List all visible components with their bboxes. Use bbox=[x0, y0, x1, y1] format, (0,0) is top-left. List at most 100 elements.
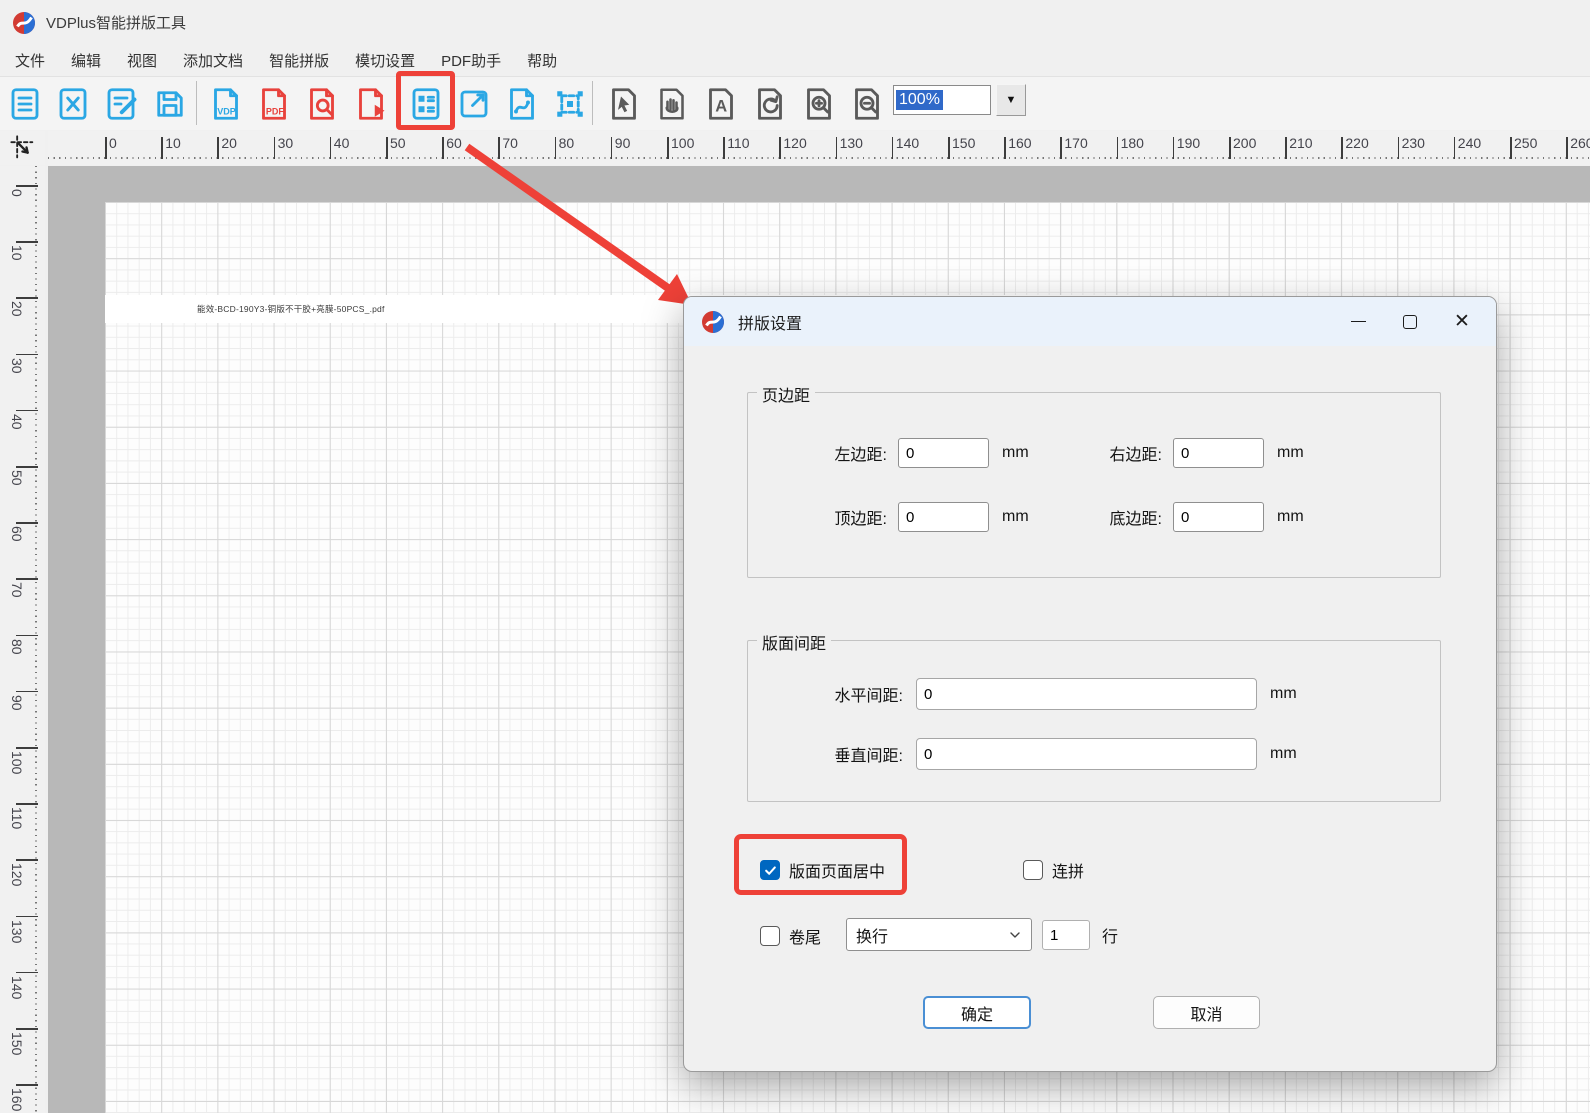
lianpin-checkbox[interactable] bbox=[1023, 860, 1043, 880]
zoom-input[interactable]: 100% bbox=[893, 85, 991, 115]
zoom-out-tool-icon[interactable] bbox=[844, 81, 890, 127]
horizontal-spacing-input[interactable] bbox=[916, 678, 1257, 710]
ruler-tick bbox=[16, 1028, 38, 1030]
menu-item-文件[interactable]: 文件 bbox=[2, 46, 58, 75]
cancel-button[interactable]: 取消 bbox=[1153, 996, 1260, 1029]
ruler-tick bbox=[555, 137, 557, 159]
toolbar: VDP PDF A 100% ▼ bbox=[0, 76, 1590, 130]
ruler-number: 130 bbox=[9, 920, 25, 943]
ruler-number: 30 bbox=[9, 358, 25, 374]
top-margin-input[interactable] bbox=[898, 502, 989, 532]
menu-item-模切设置[interactable]: 模切设置 bbox=[342, 46, 428, 75]
new-document-icon[interactable] bbox=[2, 81, 48, 127]
zoom-dropdown-button[interactable]: ▼ bbox=[996, 84, 1026, 116]
ruler-number: 50 bbox=[390, 135, 406, 151]
lines-unit-label: 行 bbox=[1102, 923, 1118, 947]
select-object-icon[interactable] bbox=[547, 81, 593, 127]
close-button[interactable]: ✕ bbox=[1436, 297, 1488, 346]
horizontal-spacing-label: 水平间距: bbox=[773, 682, 903, 706]
ruler-number: 120 bbox=[783, 135, 806, 151]
juanwei-checkbox[interactable] bbox=[760, 926, 780, 946]
right-margin-input[interactable] bbox=[1173, 438, 1264, 468]
bottom-margin-input[interactable] bbox=[1173, 502, 1264, 532]
rowbreak-combobox-value: 换行 bbox=[856, 923, 888, 947]
menu-item-智能拼版[interactable]: 智能拼版 bbox=[256, 46, 342, 75]
window-title: VDPlus智能拼版工具 bbox=[46, 12, 186, 33]
maximize-icon bbox=[1403, 315, 1417, 329]
ruler-tick bbox=[1341, 137, 1343, 159]
rowbreak-combobox[interactable]: 换行 bbox=[846, 918, 1032, 951]
dialog-logo-icon bbox=[701, 310, 725, 334]
center-checkbox[interactable] bbox=[760, 860, 780, 880]
top-margin-label: 顶边距: bbox=[785, 505, 887, 529]
lianpin-checkbox-row[interactable]: 连拼 bbox=[1023, 858, 1084, 882]
minimize-button[interactable] bbox=[1332, 297, 1384, 346]
ruler-number: 50 bbox=[9, 470, 25, 486]
vertical-spacing-input[interactable] bbox=[916, 738, 1257, 770]
pointer-tool-icon[interactable] bbox=[601, 81, 647, 127]
ruler-number: 60 bbox=[446, 135, 462, 151]
ruler-number: 40 bbox=[334, 135, 350, 151]
pdf-export-icon[interactable] bbox=[348, 81, 394, 127]
ruler-number: 80 bbox=[9, 639, 25, 655]
center-checkbox-label: 版面页面居中 bbox=[789, 858, 885, 882]
center-checkbox-row[interactable]: 版面页面居中 bbox=[760, 858, 885, 882]
lines-count-input[interactable] bbox=[1042, 920, 1090, 950]
ruler-number: 40 bbox=[9, 414, 25, 430]
rotate-tool-icon[interactable] bbox=[747, 81, 793, 127]
ruler-tick bbox=[217, 137, 219, 159]
ruler-tick bbox=[16, 747, 38, 749]
minimize-icon bbox=[1351, 321, 1366, 322]
ruler-number: 150 bbox=[9, 1032, 25, 1055]
menu-item-视图[interactable]: 视图 bbox=[114, 46, 170, 75]
horizontal-ruler: 0102030405060708090100110120130140150160… bbox=[48, 131, 1590, 165]
ruler-tick bbox=[16, 354, 38, 356]
left-margin-input[interactable] bbox=[898, 438, 989, 468]
ruler-number: 110 bbox=[9, 807, 25, 829]
dialog-titlebar: 拼版设置 ✕ bbox=[684, 297, 1496, 346]
edit-document-icon[interactable] bbox=[98, 81, 144, 127]
pdf-preview-icon[interactable] bbox=[299, 81, 345, 127]
close-document-icon[interactable] bbox=[50, 81, 96, 127]
ok-button[interactable]: 确定 bbox=[923, 996, 1031, 1029]
menu-item-帮助[interactable]: 帮助 bbox=[514, 46, 570, 75]
menu-item-PDF助手[interactable]: PDF助手 bbox=[428, 46, 514, 75]
menu-item-添加文档[interactable]: 添加文档 bbox=[170, 46, 256, 75]
ruler-tick bbox=[1285, 137, 1287, 159]
ruler-number: 70 bbox=[502, 135, 518, 151]
save-icon[interactable] bbox=[147, 81, 193, 127]
ruler-tick bbox=[16, 1084, 38, 1086]
zoom-combobox[interactable]: 100% ▼ bbox=[893, 84, 1026, 116]
zoom-value: 100% bbox=[896, 90, 943, 110]
ruler-tick bbox=[386, 137, 388, 159]
ruler-origin-icon[interactable] bbox=[0, 131, 45, 165]
ruler-number: 90 bbox=[615, 135, 631, 151]
juanwei-checkbox-row[interactable]: 卷尾 bbox=[760, 924, 821, 948]
ruler-tick bbox=[16, 972, 38, 974]
hand-tool-icon[interactable] bbox=[649, 81, 695, 127]
ruler-tick bbox=[105, 137, 107, 159]
zoom-in-tool-icon[interactable] bbox=[796, 81, 842, 127]
right-margin-label: 右边距: bbox=[1060, 441, 1162, 465]
top-margin-unit: mm bbox=[1002, 508, 1029, 526]
diecut-path-icon[interactable] bbox=[499, 81, 545, 127]
pdf-file-icon[interactable]: PDF bbox=[251, 81, 297, 127]
menu-item-编辑[interactable]: 编辑 bbox=[58, 46, 114, 75]
text-tool-icon[interactable]: A bbox=[698, 81, 744, 127]
ruler-tick bbox=[16, 297, 38, 299]
maximize-button[interactable] bbox=[1384, 297, 1436, 346]
left-margin-label: 左边距: bbox=[785, 441, 887, 465]
imposition-settings-icon[interactable] bbox=[403, 81, 449, 127]
ruler-tick bbox=[779, 137, 781, 159]
ruler-number: 0 bbox=[9, 189, 25, 197]
ruler-tick bbox=[16, 803, 38, 805]
ruler-tick bbox=[442, 137, 444, 159]
export-edit-icon[interactable] bbox=[451, 81, 497, 127]
vdp-file-icon[interactable]: VDP bbox=[203, 81, 249, 127]
ruler-tick bbox=[330, 137, 332, 159]
vertical-spacing-label: 垂直间距: bbox=[773, 742, 903, 766]
ruler-number: 70 bbox=[9, 582, 25, 598]
ruler-number: 100 bbox=[671, 135, 694, 151]
ruler-tick bbox=[1454, 137, 1456, 159]
ruler-tick bbox=[1173, 137, 1175, 159]
